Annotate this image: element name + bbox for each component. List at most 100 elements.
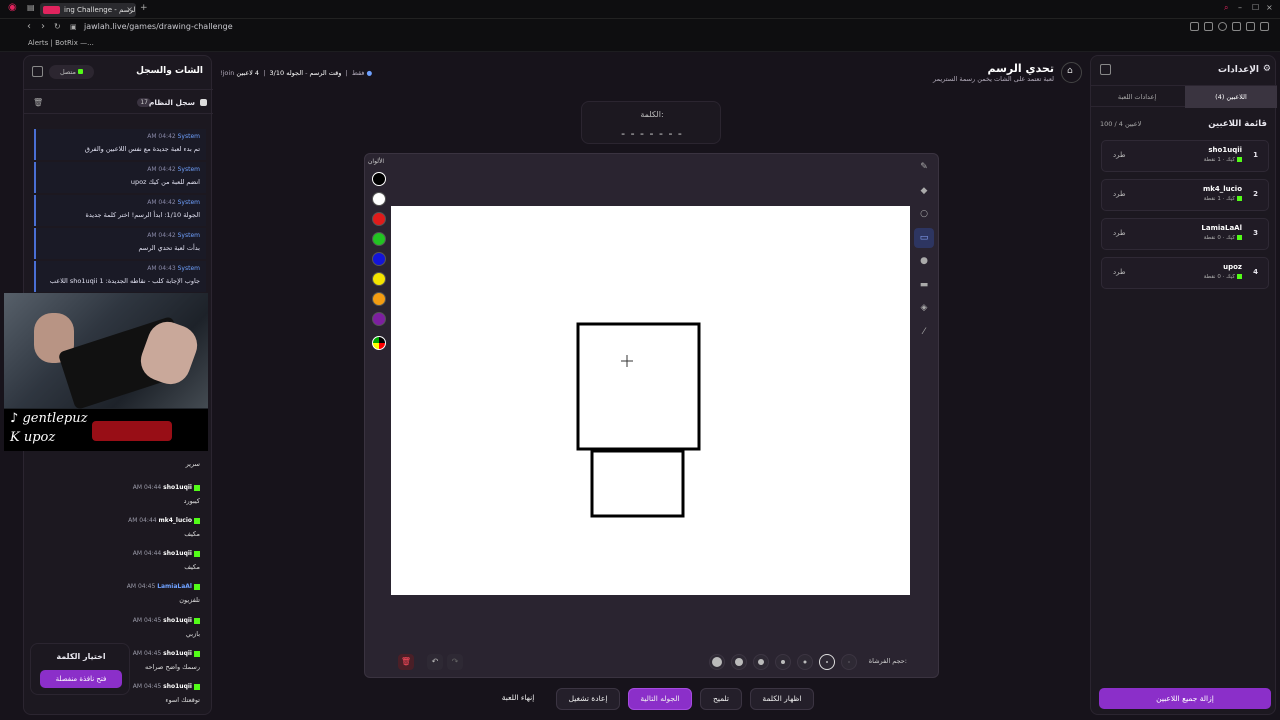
kick-player-button[interactable]: طرد	[1113, 151, 1126, 159]
reload-icon[interactable]: ↻	[54, 22, 61, 31]
collapse-panel-icon[interactable]	[1100, 64, 1111, 75]
message-text: تم بدء لعبة جديدة مع نفس اللاعبين والفرق	[84, 145, 200, 153]
rectangle-icon[interactable]: ▭	[914, 228, 934, 248]
remove-all-players-button[interactable]: إزالة جميع اللاعبين	[1099, 688, 1271, 709]
tab-close-icon[interactable]: ×	[126, 3, 133, 17]
tab-favicon-icon	[43, 6, 60, 14]
settings-title: الإعدادات	[1218, 65, 1259, 75]
game-title: تحدي الرسم	[987, 62, 1054, 75]
brush-size-option[interactable]	[819, 654, 835, 670]
chat-message: AM 04:44 sho1uqii كيبورد	[34, 484, 206, 517]
collapse-panel-icon[interactable]	[32, 66, 43, 77]
tab-game-settings[interactable]: إعدادات اللعبة	[1091, 86, 1183, 108]
menu-icon[interactable]	[1260, 22, 1269, 31]
kick-player-button[interactable]: طرد	[1113, 229, 1126, 237]
kick-handle: K upoz	[10, 430, 56, 445]
player-rank: 4	[1253, 268, 1258, 276]
brush-size-option[interactable]	[841, 654, 857, 670]
color-swatch[interactable]	[372, 192, 386, 206]
filled-circle-icon[interactable]: ●	[914, 251, 934, 271]
game-status: !join فقط | وقت الرسم - الجوله 3/10 | 4 …	[220, 69, 373, 77]
system-message: AM 04:42 System الجولة 1/10: ابدأ الرسم!…	[34, 195, 206, 226]
search-icon[interactable]: ⌕	[1224, 3, 1228, 13]
bookmark-icon[interactable]	[1190, 22, 1199, 31]
color-swatch[interactable]	[372, 312, 386, 326]
chevron-icon[interactable]	[200, 99, 207, 106]
message-text: توقعتك اسوء	[165, 696, 200, 704]
system-log-title: سجل النظام	[148, 98, 195, 107]
chat-title: الشات والسجل	[136, 66, 203, 76]
fill-icon[interactable]: ◈	[914, 298, 934, 318]
message-meta: AM 04:43 System	[147, 265, 200, 272]
lock-icon: ▣	[70, 23, 77, 31]
brush-size-option[interactable]	[797, 654, 813, 670]
url-text[interactable]: jawlah.live/games/drawing-challenge	[84, 22, 233, 31]
kick-player-button[interactable]: طرد	[1113, 268, 1126, 276]
brush-size-option[interactable]	[709, 654, 725, 670]
shield-icon[interactable]	[1218, 22, 1227, 31]
kick-player-button[interactable]: طرد	[1113, 190, 1126, 198]
filled-rect-icon[interactable]: ▬	[914, 275, 934, 295]
heart-icon[interactable]	[1246, 22, 1255, 31]
message-text: تلفزيون	[179, 596, 200, 604]
open-window-button[interactable]: فتح نافذة منفصلة	[40, 670, 122, 688]
show-word-button[interactable]: اظهار الكلمة	[750, 688, 814, 710]
home-button[interactable]: ⌂	[1061, 62, 1082, 83]
hint-button[interactable]: تلميح	[700, 688, 742, 710]
browser-tab-active[interactable]: ing Challenge - تحدي الرسم ×	[40, 3, 136, 17]
color-swatch[interactable]	[372, 232, 386, 246]
color-swatch[interactable]	[372, 292, 386, 306]
brush-size-option[interactable]	[753, 654, 769, 670]
new-tab-icon[interactable]: +	[140, 3, 148, 13]
colors-label: الألوان	[368, 158, 385, 165]
clear-canvas-button[interactable]: 🗑	[398, 654, 414, 670]
phase-label: وقت الرسم	[309, 69, 342, 77]
minimize-icon[interactable]: –	[1238, 3, 1242, 12]
eraser-icon[interactable]: ◆	[914, 181, 934, 201]
extensions-icon[interactable]	[1232, 22, 1241, 31]
pick-word-panel: اختيار الكلمة فتح نافذة منفصلة	[30, 643, 130, 695]
color-swatch[interactable]	[372, 172, 386, 186]
message-text: مكيف	[184, 563, 200, 571]
close-window-icon[interactable]: ×	[1266, 3, 1273, 12]
maximize-icon[interactable]: ☐	[1252, 3, 1259, 12]
address-bar: ‹ › ↻ ▣ jawlah.live/games/drawing-challe…	[0, 19, 1280, 37]
message-meta: AM 04:42 System	[147, 199, 200, 206]
forward-icon[interactable]: ›	[41, 21, 45, 32]
end-game-button[interactable]: إنهاء اللعبة	[490, 688, 546, 710]
back-icon[interactable]: ‹	[27, 21, 31, 32]
color-swatch[interactable]	[372, 212, 386, 226]
system-log-header[interactable]: 🗑 17 سجل النظام	[24, 92, 213, 114]
circle-icon[interactable]: ○	[914, 204, 934, 224]
message-text: اللاعب sho1uqii جاوب الإجابة كلب - نقاطه…	[49, 277, 200, 285]
player-points: كيك · 1 نقطة	[1204, 157, 1242, 163]
restart-button[interactable]: إعادة تشغيل	[556, 688, 620, 710]
player-rank: 1	[1253, 151, 1258, 159]
color-swatch[interactable]	[372, 252, 386, 266]
pencil-icon[interactable]: ✎	[914, 157, 934, 177]
message-text: مكيف	[184, 530, 200, 538]
tab-players[interactable]: اللاعبين (4)	[1185, 86, 1277, 108]
drawing-canvas[interactable]	[391, 206, 910, 595]
browser-logo-icon: ◉	[8, 2, 17, 13]
redo-button[interactable]: ↷	[447, 654, 463, 670]
system-message: AM 04:42 System upoz انضم للعبة من كيك	[34, 162, 206, 193]
system-message: AM 04:42 System بدأت لعبة تحدي الرسم	[34, 228, 206, 259]
bookmark-alerts[interactable]: Alerts | BotRix —...	[28, 39, 94, 47]
reader-icon[interactable]	[1204, 22, 1213, 31]
undo-button[interactable]: ↶	[427, 654, 443, 670]
system-message: AM 04:42 System تم بدء لعبة جديدة مع نفس…	[34, 129, 206, 160]
player-card: 2 mk4_lucio كيك · 1 نقطة طرد	[1101, 179, 1269, 211]
custom-color-picker[interactable]	[372, 336, 386, 350]
drawn-square	[576, 322, 701, 451]
tab-list-icon[interactable]: ▤	[27, 3, 35, 12]
brush-size-option[interactable]	[731, 654, 747, 670]
trash-icon[interactable]: 🗑	[33, 98, 43, 107]
brush-size-option[interactable]	[775, 654, 791, 670]
next-round-button[interactable]: الجوله التالية	[628, 688, 692, 710]
message-meta: AM 04:42 System	[147, 232, 200, 239]
color-swatch[interactable]	[372, 272, 386, 286]
line-icon[interactable]: ⁄	[914, 322, 934, 342]
webcam-feed	[4, 293, 208, 411]
message-meta: AM 04:45 LamiaLaAl	[127, 583, 200, 590]
